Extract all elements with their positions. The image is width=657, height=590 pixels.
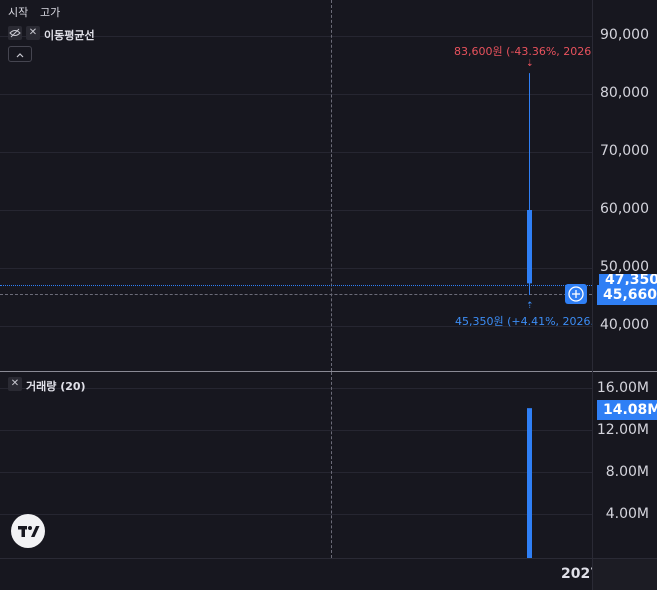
tv-logo-icon [18, 526, 40, 537]
year-label: 2027 [561, 566, 592, 582]
price-tick: 60,000 [600, 201, 649, 217]
volume-tick: 12.00M [596, 422, 649, 438]
volume-pane[interactable]: ✕ 거래량 (20) [0, 372, 592, 558]
price-tick: 40,000 [600, 317, 649, 333]
volume-tick: 16.00M [596, 380, 649, 396]
price-tick: 80,000 [600, 85, 649, 101]
time-axis[interactable]: 2027 [0, 558, 657, 590]
plus-circle-icon [568, 286, 584, 302]
price-axis[interactable]: 90,000 80,000 70,000 60,000 50,000 40,00… [592, 0, 657, 371]
volume-axis[interactable]: 16.00M 12.00M 8.00M 4.00M 14.08M [592, 372, 657, 558]
current-price-tag: 45,660 [597, 285, 657, 305]
candle-body [527, 210, 532, 284]
tradingview-logo[interactable] [11, 514, 45, 548]
price-tick: 90,000 [600, 27, 649, 43]
axis-border [592, 0, 593, 590]
volume-bar [527, 408, 532, 558]
chart-window: 시작 고가 ✕ 이동평균선 83,600원 (-43.36%, 2026.0 ⇣… [0, 0, 657, 590]
volume-series [527, 408, 532, 558]
add-alert-button[interactable] [565, 284, 587, 304]
axis-corner[interactable] [592, 559, 657, 590]
volume-tick: 8.00M [605, 464, 649, 480]
current-volume-tag: 14.08M [597, 400, 657, 420]
price-tick: 50,000 [600, 259, 649, 275]
volume-tick: 4.00M [605, 506, 649, 522]
price-pane[interactable]: 시작 고가 ✕ 이동평균선 83,600원 (-43.36%, 2026.0 ⇣… [0, 0, 592, 371]
price-tick: 70,000 [600, 143, 649, 159]
candlestick-series [527, 73, 532, 295]
